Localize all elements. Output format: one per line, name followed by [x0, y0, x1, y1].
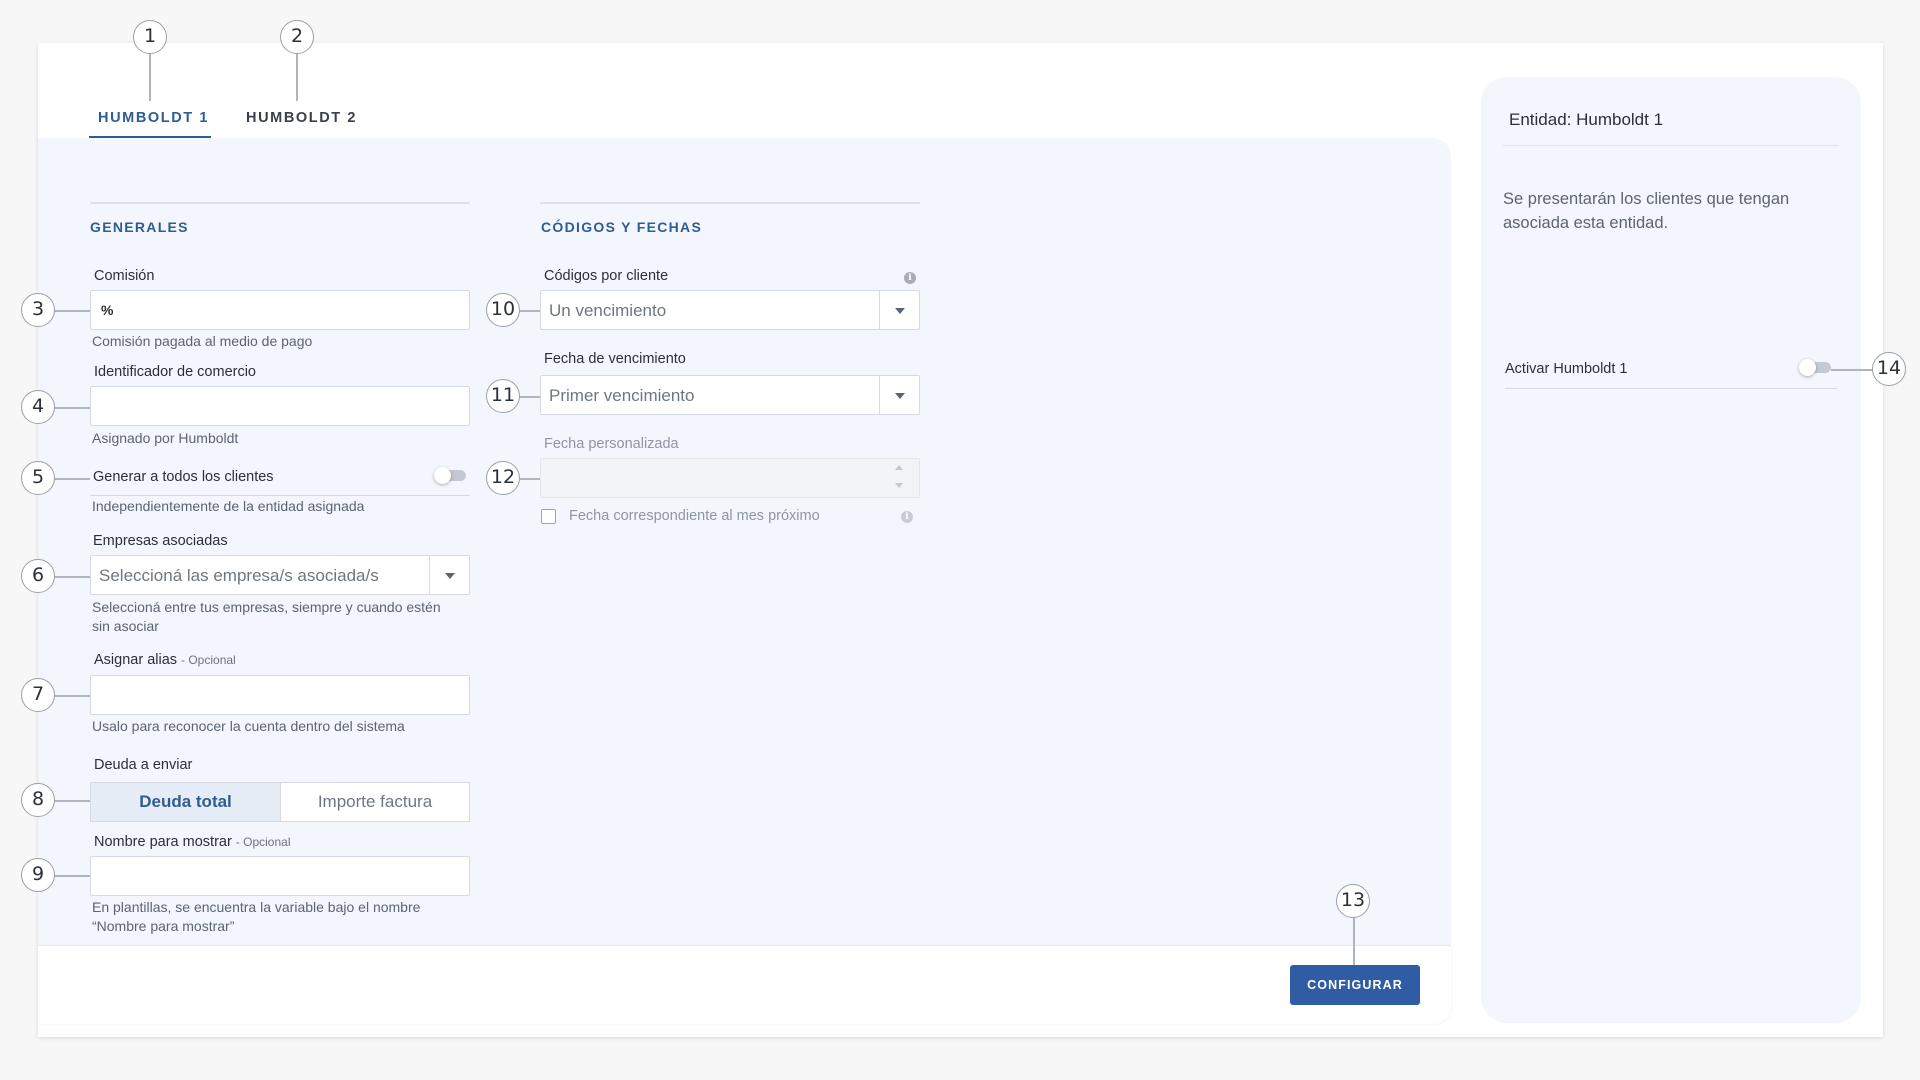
alias-helper: Usalo para reconocer la cuenta dentro de…: [92, 718, 405, 734]
fecha-venc-label: Fecha de vencimiento: [544, 351, 686, 367]
tab-humboldt-1[interactable]: HUMBOLDT 1: [98, 110, 209, 126]
callout-2: 2: [280, 20, 314, 54]
mes-proximo-label: Fecha correspondiente al mes próximo: [569, 508, 820, 524]
alias-input[interactable]: [90, 675, 470, 715]
form-panel: [38, 138, 1451, 946]
callout-5: 5: [21, 461, 55, 495]
callout-4: 4: [21, 390, 55, 424]
activar-divider: [1505, 388, 1838, 389]
callout-10: 10: [486, 293, 520, 327]
alias-optional: - Opcional: [181, 653, 236, 667]
codigos-label: Códigos por cliente: [544, 268, 669, 284]
alias-label-text: Asignar alias: [94, 652, 178, 668]
deuda-label: Deuda a enviar: [94, 757, 193, 773]
chevron-down-icon: [895, 308, 905, 314]
fecha-venc-dropdown-button[interactable]: [879, 376, 919, 414]
callout-leader: [1353, 917, 1355, 965]
callout-leader: [54, 407, 90, 409]
callout-leader: [520, 478, 540, 480]
callout-leader: [54, 875, 90, 877]
generar-divider: [90, 495, 470, 496]
side-title: Entidad: Humboldt 1: [1509, 110, 1664, 129]
callout-9: 9: [21, 858, 55, 892]
alias-label: Asignar alias - Opcional: [94, 652, 236, 668]
callout-12: 12: [486, 461, 520, 495]
callout-1: 1: [133, 20, 167, 54]
codigos-select[interactable]: Un vencimiento: [540, 290, 920, 330]
comision-label: Comisión: [94, 268, 155, 284]
tab-humboldt-2[interactable]: HUMBOLDT 2: [246, 110, 357, 126]
nombre-optional: - Opcional: [235, 835, 291, 849]
nombre-label: Nombre para mostrar - Opcional: [94, 834, 291, 850]
callout-leader: [1831, 369, 1873, 371]
side-title-divider: [1503, 145, 1839, 146]
generar-toggle[interactable]: [434, 467, 468, 484]
empresas-dropdown-button[interactable]: [429, 556, 469, 594]
importe-factura-option[interactable]: Importe factura: [280, 782, 470, 822]
form-footer: [38, 945, 1451, 1024]
comision-helper: Comisión pagada al medio de pago: [92, 333, 313, 349]
nombre-input[interactable]: [90, 856, 470, 896]
callout-leader: [54, 695, 90, 697]
codigos-value: Un vencimiento: [549, 301, 667, 320]
section-title-codigos: CÓDIGOS Y FECHAS: [541, 219, 703, 235]
activar-label: Activar Humboldt 1: [1505, 361, 1628, 377]
chevron-down-icon: [445, 573, 455, 579]
fecha-venc-value: Primer vencimiento: [549, 386, 695, 405]
deuda-total-option[interactable]: Deuda total: [90, 782, 281, 822]
empresas-helper: Seleccioná entre tus empresas, siempre y…: [92, 599, 441, 615]
identificador-helper: Asignado por Humboldt: [92, 430, 239, 446]
callout-leader: [149, 53, 151, 101]
section-divider: [540, 202, 920, 204]
identificador-input[interactable]: [90, 386, 470, 426]
spinner-down-icon[interactable]: [895, 483, 903, 488]
callout-leader: [520, 310, 540, 312]
fecha-pers-label: Fecha personalizada: [544, 436, 679, 452]
empresas-label: Empresas asociadas: [93, 533, 228, 549]
generar-label: Generar a todos los clientes: [93, 469, 274, 485]
section-divider: [90, 202, 470, 204]
callout-leader: [520, 396, 540, 398]
comision-input[interactable]: %: [90, 290, 470, 330]
callout-leader: [54, 310, 90, 312]
info-icon[interactable]: i: [901, 511, 913, 523]
mes-proximo-checkbox[interactable]: [541, 509, 556, 524]
toggle-knob: [434, 467, 451, 484]
nombre-label-text: Nombre para mostrar: [94, 834, 232, 850]
codigos-dropdown-button[interactable]: [879, 291, 919, 329]
callout-leader: [54, 478, 90, 480]
empresas-helper-line2: sin asociar: [92, 618, 159, 634]
callout-14: 14: [1872, 352, 1906, 386]
callout-leader: [54, 576, 90, 578]
empresas-select[interactable]: Seleccioná las empresa/s asociada/s: [90, 555, 470, 595]
callout-3: 3: [21, 293, 55, 327]
callout-8: 8: [21, 783, 55, 817]
fecha-pers-input[interactable]: [540, 458, 920, 498]
callout-13: 13: [1336, 884, 1370, 918]
info-icon[interactable]: i: [904, 272, 916, 284]
spinner-up-icon[interactable]: [895, 465, 903, 470]
toggle-knob: [1799, 359, 1816, 376]
percent-prefix: %: [101, 302, 114, 318]
fecha-venc-select[interactable]: Primer vencimiento: [540, 375, 920, 415]
identificador-label: Identificador de comercio: [94, 364, 256, 380]
callout-leader: [296, 53, 298, 101]
callout-leader: [54, 800, 90, 802]
callout-6: 6: [21, 559, 55, 593]
configurar-button[interactable]: CONFIGURAR: [1290, 965, 1420, 1005]
callout-7: 7: [21, 678, 55, 712]
activar-toggle[interactable]: [1799, 359, 1833, 376]
callout-11: 11: [486, 379, 520, 413]
nombre-helper-line2: “Nombre para mostrar”: [92, 918, 235, 934]
side-description: Se presentarán los clientes que tengan a…: [1503, 190, 1790, 232]
chevron-down-icon: [895, 393, 905, 399]
nombre-helper: En plantillas, se encuentra la variable …: [92, 899, 421, 915]
empresas-placeholder: Seleccioná las empresa/s asociada/s: [99, 566, 379, 585]
generar-helper: Independientemente de la entidad asignad…: [92, 498, 365, 514]
section-title-generales: GENERALES: [90, 219, 189, 235]
